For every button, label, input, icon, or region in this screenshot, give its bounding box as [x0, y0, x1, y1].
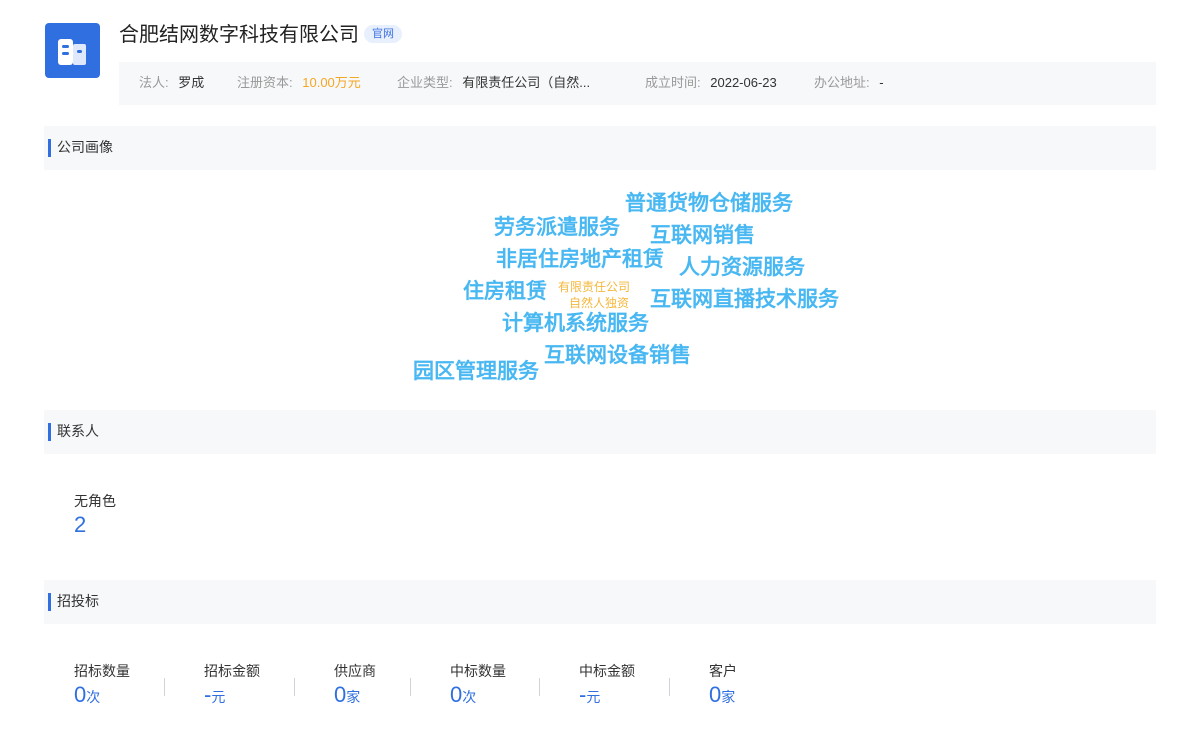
cloud-word: 互联网设备销售: [544, 344, 691, 367]
stat-divider: [410, 678, 411, 696]
company-type-value: 有限责任公司（自然...: [462, 75, 591, 90]
role-count[interactable]: 2: [74, 511, 116, 539]
stat-label: 中标数量: [450, 663, 506, 679]
registered-capital-value: 10.00万元: [302, 75, 361, 90]
cloud-word: 互联网直播技术服务: [650, 288, 839, 311]
legal-person: 法人: 罗成: [139, 62, 204, 103]
stat-divider: [164, 678, 165, 696]
cloud-word-small: 自然人独资: [569, 296, 630, 310]
office-address-value: -: [879, 75, 884, 90]
stat-label: 招标数量: [74, 663, 130, 679]
cloud-word: 互联网销售: [650, 224, 755, 247]
cloud-word: 计算机系统服务: [502, 312, 649, 335]
stat-divider: [294, 678, 295, 696]
cloud-word: 人力资源服务: [679, 256, 805, 279]
stat-value: 0次: [74, 682, 101, 707]
section-company-portrait: 公司画像: [44, 126, 1156, 170]
legal-person-label: 法人:: [139, 75, 169, 90]
cloud-word: 园区管理服务: [413, 360, 539, 383]
section-accent-bar: [48, 593, 51, 611]
stat-divider: [669, 678, 670, 696]
stat-tender-count[interactable]: 招标数量 0次: [74, 663, 130, 711]
stat-divider: [539, 678, 540, 696]
founded-date-value: 2022-06-23: [710, 75, 777, 90]
cloud-word: 非居住房地产租赁: [496, 248, 664, 271]
section-bidding: 招投标: [44, 580, 1156, 624]
contact-role-stat[interactable]: 无角色 2: [74, 493, 116, 539]
official-site-badge[interactable]: 官网: [364, 25, 402, 43]
stat-suppliers[interactable]: 供应商 0家: [334, 663, 376, 711]
office-address-label: 办公地址:: [814, 75, 870, 90]
legal-person-value[interactable]: 罗成: [178, 75, 204, 90]
stat-tender-amount[interactable]: 招标金额 -元: [204, 663, 260, 711]
company-info-bar: 法人: 罗成 注册资本: 10.00万元 企业类型: 有限责任公司（自然... …: [119, 62, 1156, 105]
founded-date: 成立时间: 2022-06-23: [645, 62, 777, 103]
stat-win-count[interactable]: 中标数量 0次: [450, 663, 506, 711]
cloud-word-small: 有限责任公司: [558, 280, 631, 294]
registered-capital: 注册资本: 10.00万元: [237, 62, 361, 103]
cloud-word: 住房租赁: [463, 280, 547, 303]
stat-customers[interactable]: 客户 0家: [709, 663, 737, 711]
company-type-label: 企业类型:: [397, 75, 453, 90]
section-title: 联系人: [57, 423, 99, 439]
cloud-word: 普通货物仓储服务: [625, 192, 793, 215]
company-logo: [45, 23, 100, 78]
founded-date-label: 成立时间:: [645, 75, 701, 90]
stat-value: 0家: [709, 682, 736, 707]
stat-label: 招标金额: [204, 663, 260, 679]
office-address: 办公地址: -: [814, 62, 884, 103]
section-title: 公司画像: [57, 139, 113, 155]
stat-win-amount[interactable]: 中标金额 -元: [579, 663, 635, 711]
stat-label: 供应商: [334, 663, 376, 679]
role-label: 无角色: [74, 493, 116, 509]
section-title: 招投标: [57, 593, 99, 609]
stat-value: 0次: [450, 682, 477, 707]
cloud-word: 劳务派遣服务: [494, 216, 620, 239]
stat-value: -元: [204, 682, 226, 707]
stat-label: 客户: [709, 663, 737, 679]
stat-value: -元: [579, 682, 601, 707]
stat-value: 0家: [334, 682, 361, 707]
section-accent-bar: [48, 423, 51, 441]
section-contacts: 联系人: [44, 410, 1156, 454]
company-name: 合肥结网数字科技有限公司: [119, 24, 359, 46]
section-accent-bar: [48, 139, 51, 157]
stat-label: 中标金额: [579, 663, 635, 679]
registered-capital-label: 注册资本:: [237, 75, 293, 90]
company-type: 企业类型: 有限责任公司（自然...: [397, 62, 590, 103]
building-icon: [58, 39, 86, 65]
